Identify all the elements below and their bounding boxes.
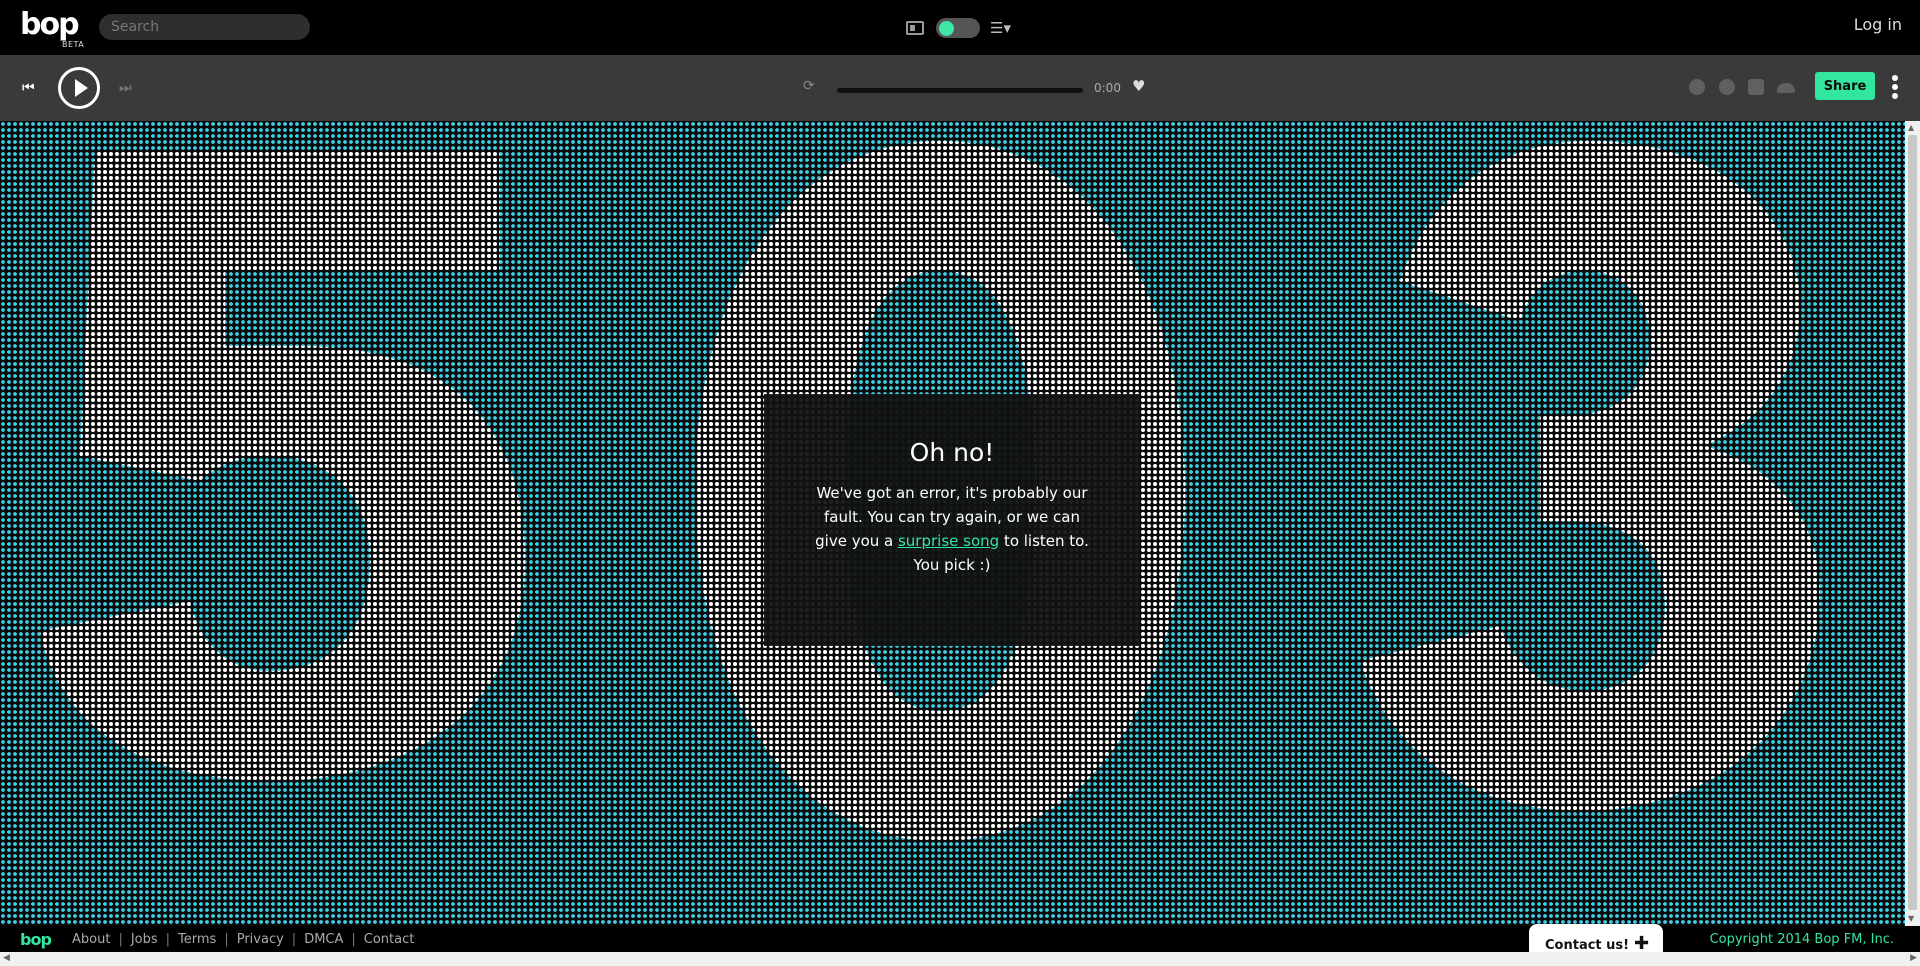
footer-link-terms[interactable]: Terms [178,932,216,947]
scroll-left-icon[interactable]: ◀ [3,953,10,963]
video-audio-toggle[interactable] [936,18,980,38]
separator: | [351,932,356,947]
footer-links: About | Jobs | Terms | Privacy | DMCA | Contact [72,932,414,947]
horizontal-scrollbar[interactable]: ◀ ▶ [0,952,1920,966]
footer-link-about[interactable]: About [72,932,110,947]
vertical-scrollbar[interactable]: ▲ ▼ [1905,121,1920,926]
footer-link-dmca[interactable]: DMCA [304,932,343,947]
skip-back-icon[interactable]: ⏮ [22,80,35,96]
vertical-dots-icon[interactable] [1891,75,1899,101]
soundcloud-icon[interactable] [1777,83,1795,93]
scrollbar-thumb[interactable] [1908,135,1917,910]
separator: | [224,932,229,947]
bop-logo[interactable]: bop BETA [20,7,84,52]
spotify-icon[interactable] [1719,79,1735,95]
search-input[interactable] [99,14,310,40]
skip-forward-icon[interactable]: ⏭ [119,80,132,96]
error-dialog: Oh no! We've got an error, it's probably… [764,394,1140,646]
error-message: We've got an error, it's probably our fa… [807,481,1097,577]
scroll-up-icon[interactable]: ▲ [1908,123,1914,133]
time-display: 0:00 [1094,81,1121,95]
separator: | [291,932,297,947]
separator: | [165,932,171,947]
top-bar: bop BETA ☰▾ Log in [0,0,1920,55]
separator: | [118,932,123,947]
repeat-icon[interactable]: ⟳ [803,78,815,94]
footer-logo[interactable]: bop [20,930,52,949]
scroll-down-icon[interactable]: ▼ [1908,914,1914,924]
youtube-icon[interactable] [1748,79,1764,95]
beta-label: BETA [62,40,85,49]
video-mode-icon[interactable] [906,21,924,35]
progress-bar[interactable] [837,88,1083,93]
toggle-knob [939,21,954,36]
copyright-text: Copyright 2014 Bop FM, Inc. [1709,932,1894,947]
play-button[interactable] [58,67,100,109]
footer-link-jobs[interactable]: Jobs [131,932,158,947]
footer-link-contact[interactable]: Contact [364,932,415,947]
surprise-song-link[interactable]: surprise song [898,532,999,550]
share-button[interactable]: Share [1815,72,1875,100]
queue-list-icon[interactable]: ☰▾ [990,19,1014,37]
contact-us-label: Contact us! [1545,938,1630,953]
player-bar: ⏮ ⏭ ⟳ 0:00 ♥ Share [0,55,1920,121]
rdio-icon[interactable] [1689,79,1705,95]
heart-icon[interactable]: ♥ [1132,78,1145,94]
footer-link-privacy[interactable]: Privacy [237,932,284,947]
scroll-right-icon[interactable]: ▶ [1910,953,1917,963]
play-icon [75,79,88,97]
login-link[interactable]: Log in [1854,15,1902,34]
error-background: Oh no! We've got an error, it's probably… [0,121,1905,926]
plus-icon: ✚ [1634,933,1650,954]
error-title: Oh no! [909,438,995,467]
logo-text: bop [20,7,80,42]
